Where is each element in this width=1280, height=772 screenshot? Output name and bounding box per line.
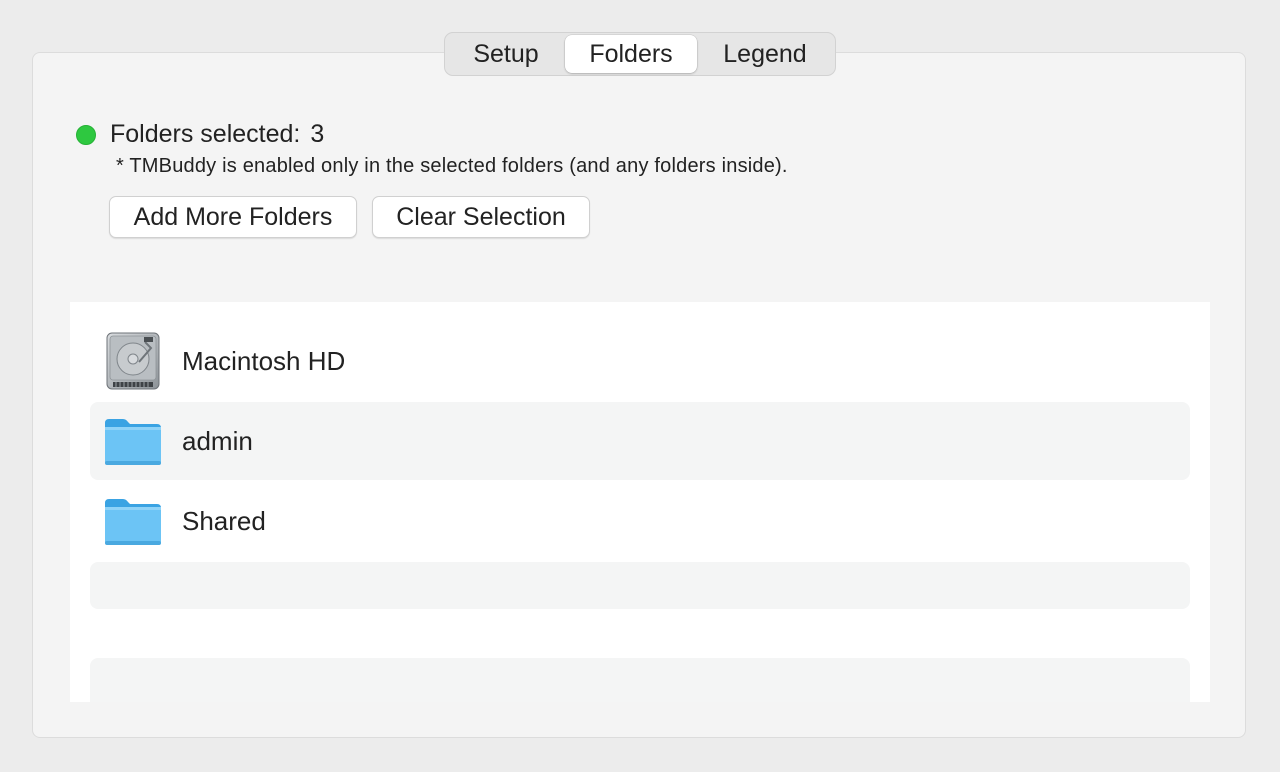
status-indicator-icon [76,124,96,145]
enabled-folders-note: * TMBuddy is enabled only in the selecte… [116,155,788,177]
folder-name: Macintosh HD [182,345,346,376]
folder-icon [103,411,163,471]
window-content: Setup Folders Legend Folders selected: 3… [0,0,1280,772]
list-item[interactable]: Shared [90,482,1190,560]
selection-status: Folders selected: 3 [76,120,324,149]
list-item[interactable]: Macintosh HD [90,322,1190,400]
add-more-folders-button[interactable]: Add More Folders [109,196,357,238]
empty-row [90,562,1190,609]
hard-drive-icon [103,331,163,391]
tab-bar: Setup Folders Legend [444,32,836,76]
folder-list[interactable]: Macintosh HD admin Shared [70,302,1210,702]
folder-name: admin [182,425,253,456]
clear-selection-button[interactable]: Clear Selection [372,196,590,238]
folders-selected-count: 3 [310,120,325,148]
empty-row [90,658,1190,702]
list-item[interactable]: admin [90,402,1190,480]
tab-legend[interactable]: Legend [697,35,833,73]
folder-name: Shared [182,505,266,536]
folders-selected-label: Folders selected: [110,120,301,148]
tab-setup[interactable]: Setup [447,35,565,73]
folder-icon [103,491,163,551]
tab-folders[interactable]: Folders [565,35,697,73]
